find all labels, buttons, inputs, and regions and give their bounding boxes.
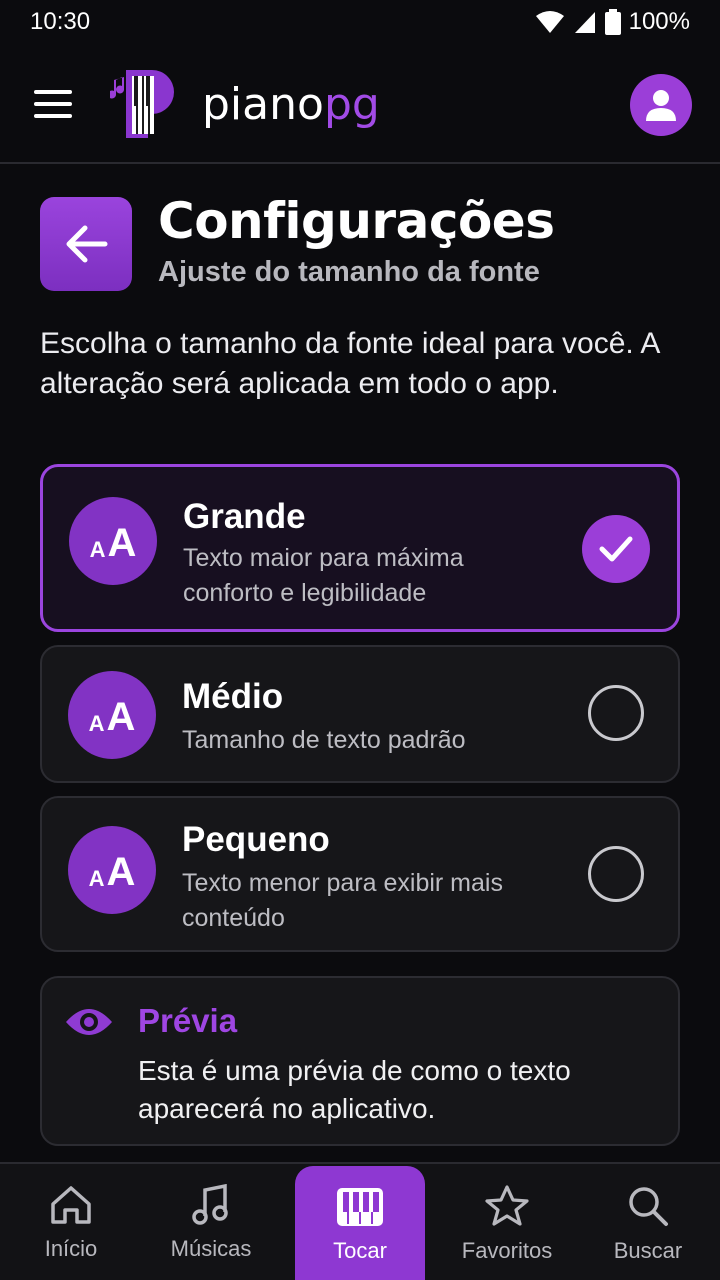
- font-size-icon: AA: [68, 826, 156, 914]
- profile-avatar-button[interactable]: [630, 74, 692, 136]
- page-subtitle: Ajuste do tamanho da fonte: [158, 256, 540, 288]
- font-option-large[interactable]: AA Grande Texto maior para máxima confor…: [40, 464, 680, 632]
- status-icons: 100%: [535, 8, 690, 36]
- font-size-icon: AA: [69, 497, 157, 585]
- nav-item-search[interactable]: Buscar: [583, 1164, 713, 1280]
- status-bar: 10:30 100%: [0, 0, 720, 44]
- status-time: 10:30: [30, 8, 91, 35]
- signal-icon: [574, 12, 595, 33]
- app-header: pianopg: [0, 44, 720, 164]
- nav-item-favorites[interactable]: Favoritos: [442, 1164, 572, 1280]
- preview-card: Prévia Esta é uma prévia de como o texto…: [40, 976, 680, 1146]
- wifi-icon: [535, 11, 564, 33]
- back-button[interactable]: [40, 197, 132, 291]
- eye-icon: [66, 1009, 112, 1035]
- piano-icon: [337, 1188, 383, 1226]
- star-icon: [485, 1185, 529, 1226]
- nav-item-music[interactable]: Músicas: [146, 1164, 276, 1280]
- option-description: Tamanho de texto padrão: [182, 726, 466, 754]
- option-description: Texto menor para exibir mais conteúdo: [182, 869, 503, 932]
- font-option-medium[interactable]: AA Médio Tamanho de texto padrão: [40, 645, 680, 783]
- nav-item-play[interactable]: Tocar: [295, 1166, 425, 1280]
- check-icon: [599, 536, 633, 562]
- preview-text: Esta é uma prévia de como o texto aparec…: [138, 1055, 571, 1124]
- intro-text: Escolha o tamanho da fonte ideal para vo…: [40, 327, 659, 400]
- music-note-icon: [192, 1184, 228, 1225]
- piano-logo-icon: [110, 70, 174, 138]
- option-description: Texto maior para máxima conforto e legib…: [183, 544, 464, 607]
- battery-icon: [604, 9, 621, 35]
- font-option-small[interactable]: AA Pequeno Texto menor para exibir mais …: [40, 796, 680, 952]
- arrow-left-icon: [66, 225, 108, 263]
- logo-text: pianopg: [202, 78, 380, 130]
- home-icon: [51, 1186, 91, 1224]
- preview-title: Prévia: [138, 1002, 238, 1039]
- radio-unselected[interactable]: [588, 685, 644, 741]
- user-icon: [646, 90, 676, 121]
- option-title: Médio: [182, 677, 284, 716]
- option-title: Grande: [183, 497, 306, 536]
- menu-button[interactable]: [34, 90, 72, 120]
- app-logo: pianopg: [110, 66, 380, 142]
- nav-item-home[interactable]: Início: [6, 1164, 136, 1280]
- page-title: Configurações: [158, 192, 555, 250]
- battery-level: 100%: [628, 8, 690, 35]
- bottom-navigation: Início Músicas Tocar Favoritos Buscar: [0, 1162, 720, 1280]
- option-title: Pequeno: [182, 820, 330, 859]
- menu-icon: [34, 90, 72, 94]
- search-icon: [629, 1187, 668, 1226]
- radio-selected[interactable]: [582, 515, 650, 583]
- radio-unselected[interactable]: [588, 846, 644, 902]
- font-size-icon: AA: [68, 671, 156, 759]
